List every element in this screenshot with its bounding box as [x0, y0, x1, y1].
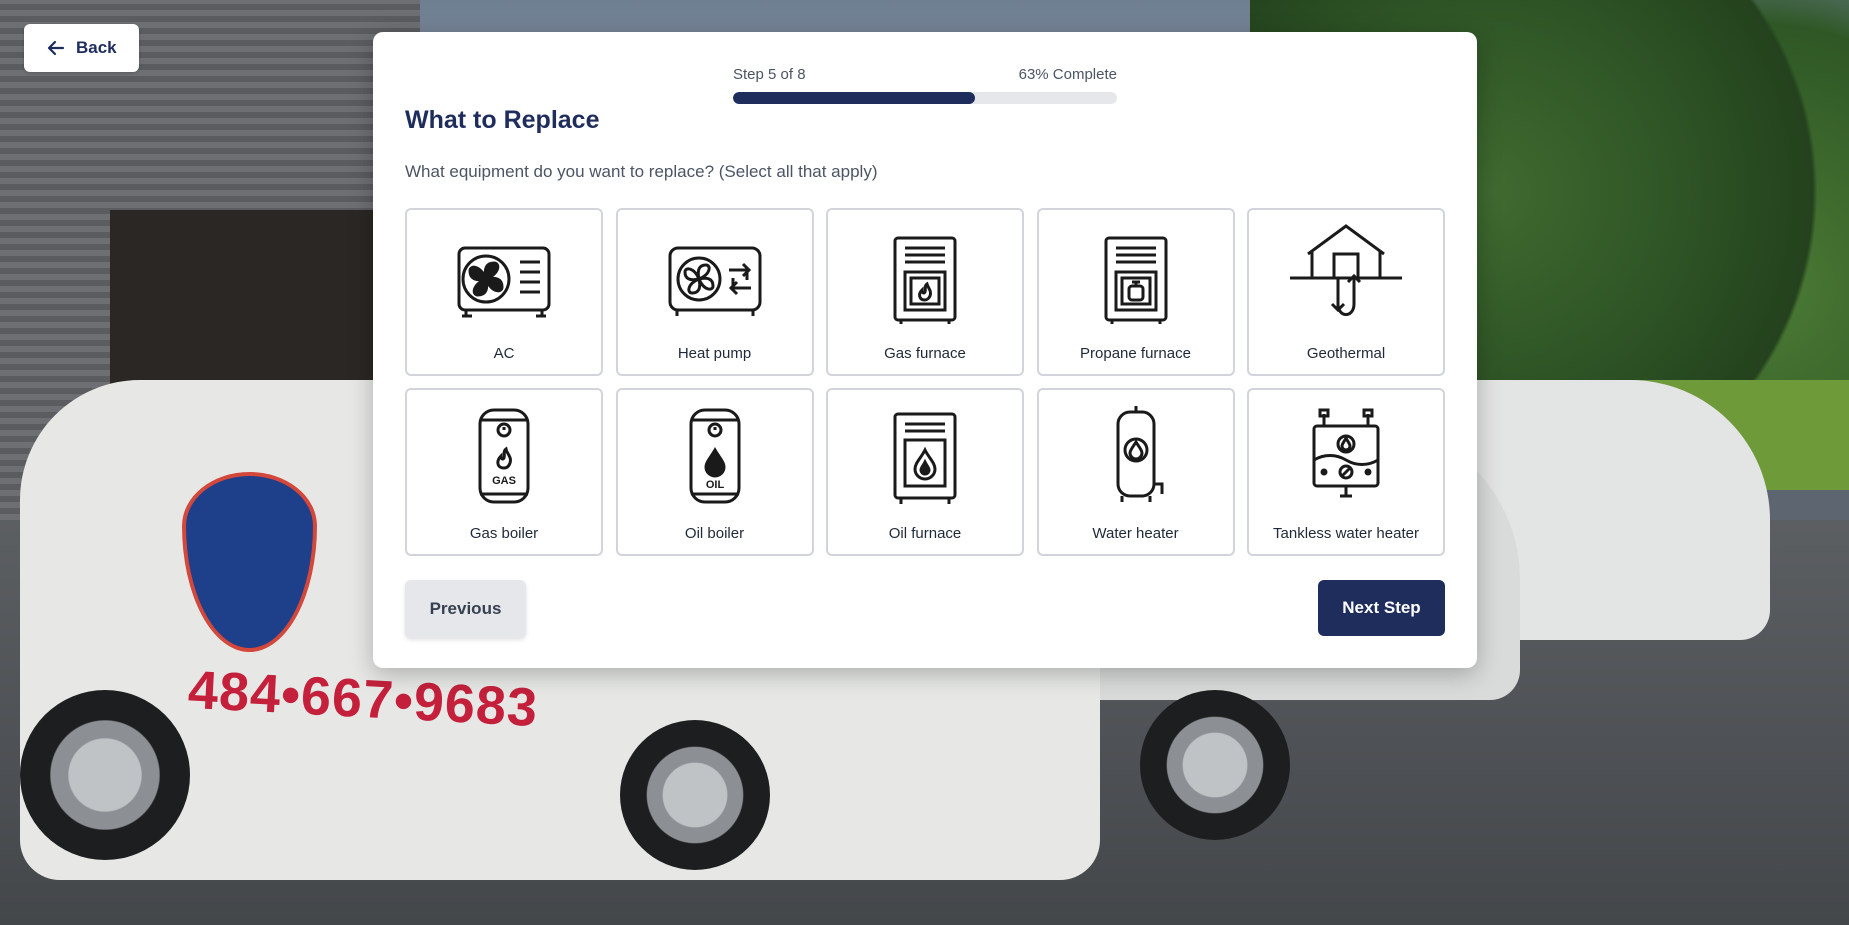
- ac-unit-icon: [457, 246, 551, 318]
- option-oil-boiler[interactable]: OIL Oil boiler: [615, 388, 814, 556]
- page-title: What to Replace: [405, 106, 600, 134]
- option-label: Tankless water heater: [1273, 525, 1419, 542]
- questionnaire-card: Step 5 of 8 63% Complete What to Replace…: [373, 32, 1477, 668]
- oil-furnace-icon: [893, 412, 957, 504]
- option-label: Gas boiler: [469, 525, 539, 542]
- option-propane-furnace[interactable]: Propane furnace: [1036, 208, 1235, 376]
- oil-boiler-icon: OIL: [689, 408, 740, 504]
- option-label: Geothermal: [1306, 345, 1386, 362]
- propane-furnace-icon: [1104, 236, 1167, 324]
- step-indicator: Step 5 of 8: [733, 66, 806, 83]
- tankless-water-heater-icon: [1312, 408, 1380, 498]
- option-tankless-water-heater[interactable]: Tankless water heater: [1247, 388, 1445, 556]
- option-oil-furnace[interactable]: Oil furnace: [826, 388, 1024, 556]
- option-ac[interactable]: AC: [405, 208, 603, 376]
- geothermal-icon: [1290, 224, 1402, 316]
- gas-boiler-icon: GAS: [478, 408, 530, 504]
- previous-button[interactable]: Previous: [405, 580, 526, 638]
- heat-pump-icon: [668, 246, 761, 316]
- option-water-heater[interactable]: Water heater: [1036, 388, 1235, 556]
- progress-section: Step 5 of 8 63% Complete: [733, 66, 1117, 104]
- option-label: Propane furnace: [1080, 345, 1191, 362]
- option-gas-furnace[interactable]: Gas furnace: [826, 208, 1024, 376]
- back-button[interactable]: Back: [24, 24, 139, 72]
- option-label: Oil boiler: [684, 525, 745, 542]
- equipment-options: AC Heat pump Gas furnace Propane furnace…: [405, 208, 1445, 556]
- option-label: Gas furnace: [884, 345, 966, 362]
- option-geothermal[interactable]: Geothermal: [1247, 208, 1445, 376]
- option-label: Oil furnace: [888, 525, 962, 542]
- option-label: AC: [493, 345, 515, 362]
- option-gas-boiler[interactable]: GAS Gas boiler: [405, 388, 603, 556]
- oil-icon-text: OIL: [705, 479, 724, 491]
- water-heater-icon: [1116, 406, 1163, 502]
- next-step-button[interactable]: Next Step: [1318, 580, 1445, 636]
- percent-complete: 63% Complete: [1018, 66, 1117, 83]
- question-text: What equipment do you want to replace? (…: [405, 162, 878, 181]
- gas-icon-text: GAS: [492, 475, 516, 487]
- progress-bar: [733, 92, 1117, 104]
- option-heat-pump[interactable]: Heat pump: [615, 208, 814, 376]
- option-label: Water heater: [1092, 525, 1179, 542]
- progress-bar-fill: [733, 92, 975, 104]
- option-label: Heat pump: [677, 345, 752, 362]
- back-label: Back: [76, 38, 117, 57]
- arrow-left-icon: [47, 40, 65, 56]
- gas-furnace-icon: [893, 236, 957, 324]
